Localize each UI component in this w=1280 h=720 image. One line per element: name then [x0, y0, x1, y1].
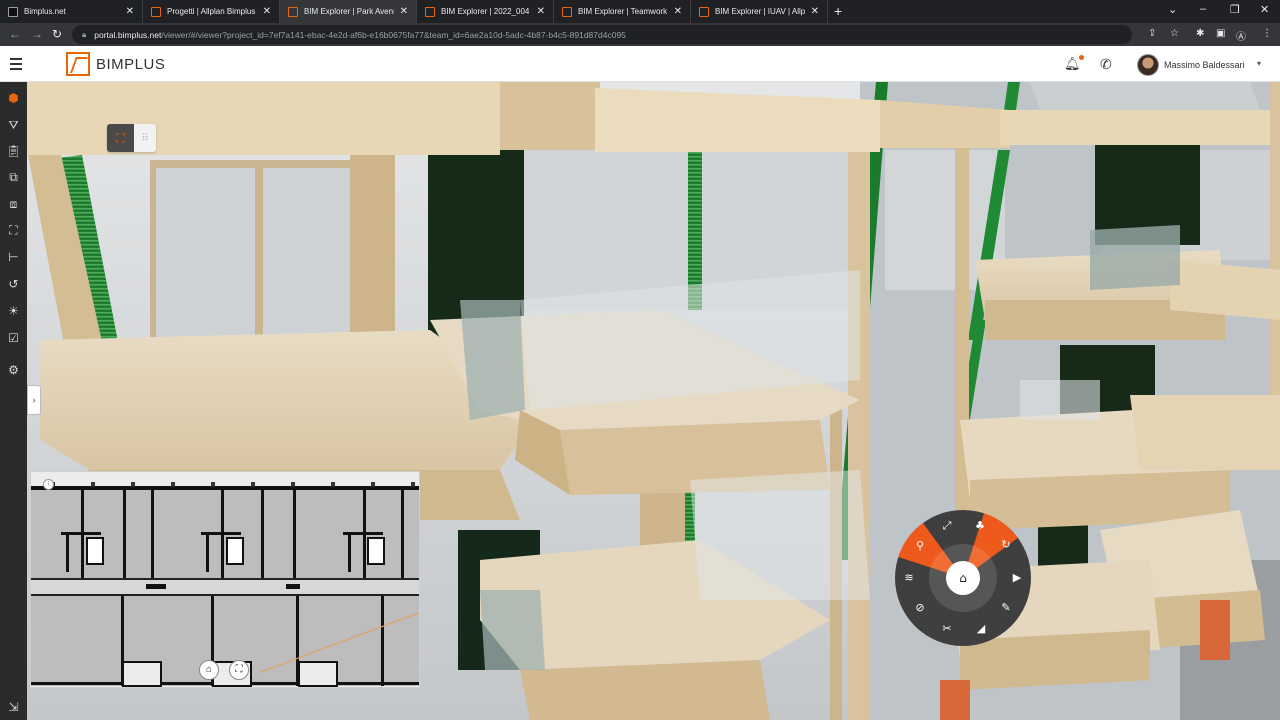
layers-icon[interactable]: ≋ — [904, 571, 913, 584]
favicon-icon — [562, 6, 572, 17]
app-header: BIMPLUS 🔔︎ ✆ Massimo Baldessari ▾ — [0, 46, 1280, 82]
filter-icon[interactable]: ⛛ — [6, 118, 21, 133]
tab-title: Bimplus.net — [24, 7, 66, 16]
favicon-icon — [151, 6, 161, 17]
minimize-icon[interactable]: – — [1200, 3, 1206, 15]
layers-icon[interactable]: ⧈ — [6, 197, 21, 212]
brand-name: BIMPLUS — [96, 55, 166, 73]
favicon-icon — [425, 6, 435, 17]
expand-panel-button[interactable]: › — [27, 385, 41, 415]
home-icon[interactable]: ⌂ — [959, 571, 967, 585]
tab-title: BIM Explorer | Park Avenue — [304, 7, 394, 16]
avatar[interactable] — [1137, 54, 1159, 76]
browser-tab[interactable]: BIM Explorer | Teamwork ✕ — [554, 0, 691, 23]
restore-icon[interactable]: ❐ — [1230, 3, 1240, 16]
annotation-icon[interactable]: ✎ — [1001, 601, 1010, 614]
measure-icon[interactable]: ◢ — [977, 622, 986, 635]
browser-tab-strip: Bimplus.net ✕ Progetti | Allplan Bimplus… — [0, 0, 1280, 23]
url-path: /viewer/#/viewer?project_id=7ef7a141-eba… — [161, 29, 626, 40]
tab-search-icon[interactable]: ⌄ — [1168, 3, 1177, 16]
object-icon[interactable]: ⧉ — [6, 170, 21, 185]
tree-icon[interactable]: ⊢ — [6, 250, 21, 265]
browser-tab[interactable]: BIM Explorer | IUAV | Allpla ✕ — [691, 0, 828, 23]
drag-handle-icon[interactable]: ⠿ — [134, 124, 156, 152]
home-icon[interactable]: ⌂ — [199, 660, 219, 680]
new-tab-icon[interactable]: + — [834, 3, 842, 19]
pin-icon[interactable]: ⚲ — [916, 539, 924, 552]
browser-tab-active[interactable]: BIM Explorer | Park Avenue ✕ — [280, 0, 417, 23]
drag-handle-icon[interactable]: ⁝ — [43, 479, 54, 490]
tab-title: BIM Explorer | IUAV | Allpla — [715, 7, 805, 16]
hamburger-menu-icon[interactable] — [10, 58, 22, 73]
tab-title: Progetti | Allplan Bimplus — [167, 7, 256, 16]
rotate-icon[interactable]: ↻ — [1001, 538, 1010, 551]
menu-kebab-icon[interactable]: ⋮ — [1262, 28, 1272, 39]
user-name[interactable]: Massimo Baldessari — [1164, 60, 1245, 70]
sun-icon[interactable]: ☀ — [6, 304, 21, 319]
structure-toggle[interactable]: ⛶ ⠿ — [107, 124, 156, 152]
tab-title: BIM Explorer | 2022_004 A — [441, 7, 531, 16]
floor-plan-drawing — [31, 472, 419, 687]
bimplus-logo-icon — [66, 52, 90, 76]
check-icon[interactable]: ☑ — [6, 331, 21, 346]
reload-icon[interactable]: ↻ — [52, 27, 62, 41]
favicon-icon — [8, 6, 18, 17]
exit-icon[interactable]: ⇲ — [6, 700, 21, 715]
bookmark-star-icon[interactable]: ☆ — [1170, 28, 1179, 39]
cube-icon[interactable]: ⬢ — [6, 91, 21, 106]
browser-tab[interactable]: Bimplus.net ✕ — [0, 0, 143, 23]
history-icon[interactable]: ↺ — [6, 277, 21, 292]
hierarchy-icon[interactable]: ♣ — [975, 519, 985, 532]
profile-icon[interactable]: Ⓐ — [1236, 28, 1246, 43]
browser-tab[interactable]: Progetti | Allplan Bimplus ✕ — [143, 0, 280, 23]
settings-icon[interactable]: ⚙ — [6, 363, 21, 378]
floor-plan-minimap[interactable]: ⁝ ⌂ ⛶ — [30, 471, 420, 688]
notification-dot — [1078, 55, 1084, 60]
back-icon[interactable]: ← — [9, 27, 21, 41]
close-icon[interactable]: ✕ — [811, 6, 819, 17]
hierarchy-icon[interactable]: ⛶ — [107, 124, 134, 152]
camera-icon[interactable]: ▶ — [1013, 571, 1022, 584]
lock-icon: 🔒︎ — [82, 29, 87, 39]
window-close-icon[interactable]: ✕ — [1260, 3, 1269, 16]
address-bar[interactable]: 🔒︎ portal.bimplus.net /viewer/#/viewer?p… — [72, 25, 1132, 44]
chevron-down-icon[interactable]: ▾ — [1257, 59, 1261, 68]
hierarchy-icon[interactable]: ⛶ — [6, 223, 21, 238]
close-icon[interactable]: ✕ — [126, 6, 134, 17]
left-sidebar: ⬢ ⛛ 📋︎ ⧉ ⧈ ⛶ ⊢ ↺ ☀ ☑ ⚙ ⇲ — [0, 82, 27, 720]
phone-icon[interactable]: ✆ — [1100, 56, 1112, 73]
close-icon[interactable]: ✕ — [263, 6, 271, 17]
fit-view-icon[interactable]: ⛶ — [229, 660, 249, 680]
cut-icon[interactable]: ✂ — [942, 622, 951, 635]
forward-icon[interactable]: → — [31, 27, 43, 41]
close-icon[interactable]: ✕ — [674, 6, 682, 17]
favicon-icon — [699, 6, 709, 17]
hide-icon[interactable]: ⊘ — [915, 601, 924, 614]
sidepanel-icon[interactable]: ▣ — [1216, 28, 1225, 39]
radial-navigation-menu: ⤢ ♣ ↻ ▶ ✎ ◢ ✂ ⊘ ≋ ⚲ ⌂ — [895, 510, 1031, 646]
tab-title: BIM Explorer | Teamwork — [578, 7, 668, 16]
fullscreen-icon[interactable]: ⤢ — [943, 519, 952, 532]
notification-bell-icon[interactable]: 🔔︎ — [1064, 55, 1084, 72]
url-host: portal.bimplus.net — [94, 29, 162, 40]
close-icon[interactable]: ✕ — [537, 6, 545, 17]
clipboard-icon[interactable]: 📋︎ — [6, 144, 21, 159]
browser-toolbar: ← → ↻ 🔒︎ portal.bimplus.net /viewer/#/vi… — [0, 23, 1280, 46]
share-icon[interactable]: ⇪ — [1148, 28, 1156, 39]
browser-tab[interactable]: BIM Explorer | 2022_004 A ✕ — [417, 0, 554, 23]
extensions-icon[interactable]: ✱ — [1196, 28, 1204, 39]
brand-logo[interactable]: BIMPLUS — [66, 52, 165, 76]
favicon-icon — [288, 6, 298, 17]
close-icon[interactable]: ✕ — [400, 6, 408, 17]
